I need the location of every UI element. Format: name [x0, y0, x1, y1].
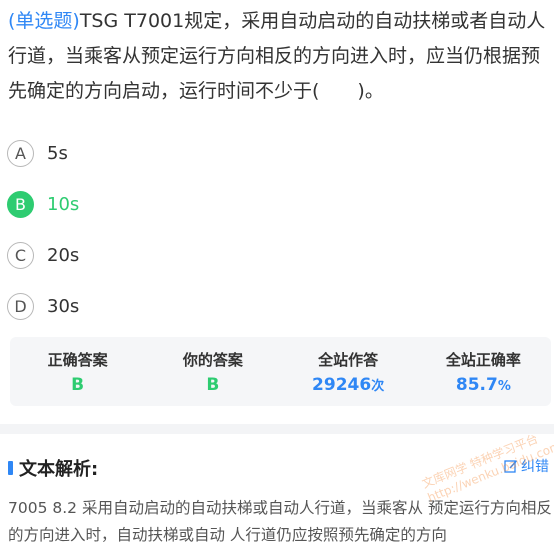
stat-site-attempts: 全站作答 29246次 [281, 337, 416, 406]
analysis-text: 7005 8.2 采用自动启动的自动扶梯或自动人行道，当乘客从 预定运行方向相反… [8, 499, 552, 544]
analysis-accent-bar [8, 461, 13, 475]
question-type-label: (单选题) [8, 10, 80, 32]
stat-your-answer-value: B [206, 375, 220, 395]
question-stem: (单选题)TSG T7001规定，采用自动启动的自动扶梯或者自动人行道，当乘客从… [8, 4, 550, 109]
option-d-text: 30s [47, 296, 80, 317]
option-c[interactable]: C 20s [7, 230, 547, 281]
stat-site-accuracy: 全站正确率 85.7% [416, 337, 551, 406]
option-c-letter: C [7, 242, 34, 269]
stat-your-answer: 你的答案 B [145, 337, 280, 406]
option-a-letter: A [7, 140, 34, 167]
option-b[interactable]: B 10s [7, 179, 547, 230]
stat-correct-answer: 正确答案 B [10, 337, 145, 406]
option-c-text: 20s [47, 245, 80, 266]
stat-correct-answer-label: 正确答案 [47, 351, 108, 369]
answer-stats-panel: 正确答案 B 你的答案 B 全站作答 29246次 全站正确率 85.7% [10, 337, 551, 406]
option-a[interactable]: A 5s [7, 128, 547, 179]
stat-site-accuracy-value-wrap: 85.7% [416, 375, 551, 395]
stat-site-attempts-value: 29246 [312, 375, 372, 395]
analysis-title: 文本解析: [19, 459, 99, 480]
option-b-text: 10s [47, 194, 80, 215]
stat-site-accuracy-value: 85.7 [455, 375, 498, 395]
question-text: TSG T7001规定，采用自动启动的自动扶梯或者自动人行道，当乘客从预定运行方… [8, 10, 546, 102]
stat-your-answer-label: 你的答案 [182, 351, 243, 369]
option-d[interactable]: D 30s [7, 281, 547, 332]
option-b-letter: B [7, 191, 34, 218]
option-a-text: 5s [47, 143, 68, 164]
stat-site-accuracy-unit: % [497, 379, 511, 394]
stat-site-accuracy-label: 全站正确率 [445, 351, 521, 369]
section-divider [0, 424, 554, 434]
stat-site-attempts-value-wrap: 29246次 [281, 375, 416, 395]
options-list: A 5s B 10s C 20s D 30s [7, 128, 547, 332]
option-d-letter: D [7, 293, 34, 320]
stat-site-attempts-label: 全站作答 [318, 351, 379, 369]
stat-correct-answer-value: B [71, 375, 85, 395]
stat-site-attempts-unit: 次 [371, 379, 385, 394]
